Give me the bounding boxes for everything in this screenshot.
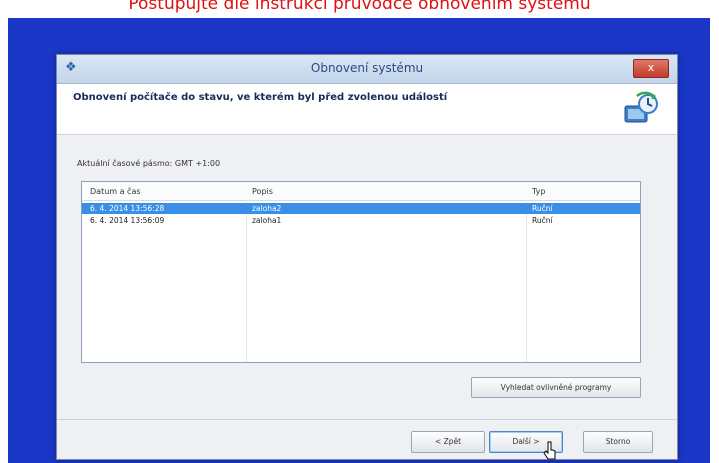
row-date: 6. 4. 2014 13:56:28 — [90, 204, 165, 213]
restore-point-row[interactable]: 6. 4. 2014 13:56:28 zaloha2 Ruční — [82, 203, 640, 214]
window-title: Obnovení systému — [310, 61, 424, 75]
instruction-caption: Postupujte dle instrukcí průvodce obnove… — [128, 0, 591, 14]
back-button[interactable]: < Zpět — [411, 431, 485, 453]
row-date: 6. 4. 2014 13:56:09 — [90, 216, 165, 225]
timezone-label: Aktuální časové pásmo: GMT +1:00 — [77, 159, 221, 168]
restore-point-list[interactable]: Datum a čas Popis Typ 6. 4. 2014 13:56:2… — [81, 181, 641, 363]
desktop-background: ❖ Obnovení systému x Obnovení počítače d… — [8, 18, 710, 463]
dialog-header: Obnovení počítače do stavu, ve kterém by… — [57, 84, 677, 135]
cancel-button[interactable]: Storno — [583, 431, 653, 453]
row-type: Ruční — [532, 204, 553, 213]
system-restore-dialog: ❖ Obnovení systému x Obnovení počítače d… — [56, 54, 678, 460]
column-header-type[interactable]: Typ — [532, 187, 545, 196]
system-restore-icon — [624, 91, 658, 123]
cursor-icon — [543, 441, 556, 460]
column-header-description[interactable]: Popis — [252, 187, 273, 196]
list-header: Datum a čas Popis Typ — [82, 182, 640, 201]
column-header-date[interactable]: Datum a čas — [90, 187, 141, 196]
scan-affected-programs-button[interactable]: Vyhledat ovlivněné programy — [471, 377, 641, 398]
close-button[interactable]: x — [633, 59, 669, 78]
row-description: zaloha2 — [252, 204, 282, 213]
row-description: zaloha1 — [252, 216, 282, 225]
dialog-heading: Obnovení počítače do stavu, ve kterém by… — [73, 92, 448, 103]
restore-point-row[interactable]: 6. 4. 2014 13:56:09 zaloha1 Ruční — [82, 215, 640, 226]
footer-divider — [57, 419, 677, 420]
title-bar[interactable]: ❖ Obnovení systému x — [57, 55, 677, 84]
row-type: Ruční — [532, 216, 553, 225]
